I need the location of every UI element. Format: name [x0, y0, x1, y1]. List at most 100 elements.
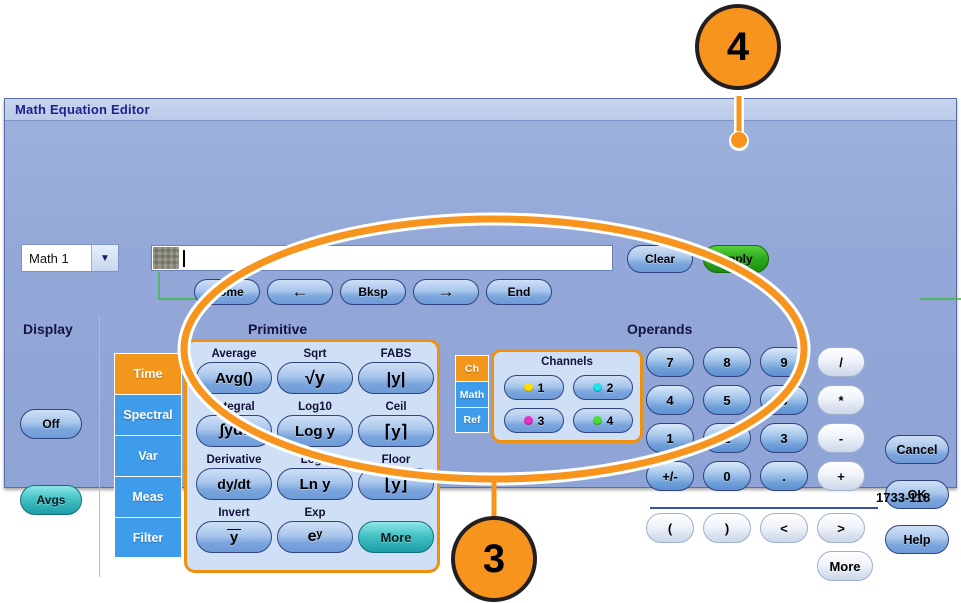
source-tab-ch[interactable]: Ch: [455, 355, 489, 381]
key-6[interactable]: 6: [760, 385, 808, 415]
key-8[interactable]: 8: [703, 347, 751, 377]
key-5[interactable]: 5: [703, 385, 751, 415]
key-2[interactable]: 2: [703, 423, 751, 453]
key-4[interactable]: 4: [646, 385, 694, 415]
key-0[interactable]: 0: [703, 461, 751, 491]
math-source-select[interactable]: Math 1 ▼: [21, 244, 119, 272]
bksp-button[interactable]: Bksp: [340, 279, 406, 305]
right-arrow-button[interactable]: →: [413, 279, 479, 305]
channel-button-2[interactable]: 2: [573, 375, 633, 400]
callout-3-number: 3: [482, 536, 506, 581]
exp-symbol: eʸ: [307, 528, 323, 545]
tab-filter[interactable]: Filter: [114, 517, 182, 558]
primitive-item-loge: LogE Ln y: [277, 453, 353, 500]
end-button[interactable]: End: [486, 279, 552, 305]
primitive-more-button[interactable]: More: [358, 521, 434, 553]
display-section-label: Display: [23, 321, 73, 337]
channels-title: Channels: [541, 356, 593, 368]
primitive-button-average[interactable]: Avg(): [196, 362, 272, 394]
primitive-button-exp[interactable]: eʸ: [277, 521, 353, 553]
primitive-button-derivative[interactable]: dy/dt: [196, 468, 272, 500]
primitive-button-ceil[interactable]: ⌈y⌉: [358, 415, 434, 447]
avg-symbol: Avg(): [215, 369, 253, 387]
grid-keypad-icon[interactable]: [153, 247, 179, 269]
primitive-button-integral[interactable]: ∫ydt: [196, 415, 272, 447]
tab-var-label: Var: [138, 449, 158, 463]
chevron-down-icon[interactable]: ▼: [91, 245, 118, 271]
numeric-keypad: 7 8 9 / 4 5 6 * 1 2 3 - +/- 0 . + ( ) < …: [646, 347, 874, 581]
key-1[interactable]: 1: [646, 423, 694, 453]
channel-button-3[interactable]: 3: [504, 408, 564, 433]
log10-symbol: Log y: [295, 422, 335, 440]
callout-4-number: 4: [726, 24, 750, 69]
source-tab-ref[interactable]: Ref: [455, 407, 489, 433]
key-plus-minus-label: +/-: [662, 468, 678, 484]
tab-time-label: Time: [133, 367, 163, 381]
home-button[interactable]: Home: [194, 279, 260, 305]
channel-1-label: 1: [537, 380, 545, 395]
primitive-button-invert[interactable]: y: [196, 521, 272, 553]
key-multiply-label: *: [838, 392, 844, 408]
help-button-label: Help: [903, 532, 931, 547]
key-3[interactable]: 3: [760, 423, 808, 453]
tab-var[interactable]: Var: [114, 435, 182, 476]
primitive-label-integral: Integral: [213, 401, 255, 413]
tab-time[interactable]: Time: [114, 353, 182, 394]
keypad-divider: [650, 507, 878, 509]
channel-button-1[interactable]: 1: [504, 375, 564, 400]
source-tab-math[interactable]: Math: [455, 381, 489, 407]
key-plus-label: +: [837, 468, 845, 484]
primitive-label-floor: Floor: [381, 454, 411, 466]
display-off-button[interactable]: Off: [20, 409, 82, 439]
key-decimal[interactable]: .: [760, 461, 808, 491]
reference-number: 1733-118: [876, 490, 931, 505]
equation-input[interactable]: [151, 245, 613, 271]
primitive-label-average: Average: [211, 348, 257, 360]
clear-button[interactable]: Clear: [627, 245, 693, 273]
loge-symbol: Ln y: [299, 475, 331, 493]
end-button-label: End: [507, 285, 531, 299]
help-button[interactable]: Help: [885, 525, 949, 554]
key-multiply[interactable]: *: [817, 385, 865, 415]
key-divide[interactable]: /: [817, 347, 865, 377]
key-close-paren[interactable]: ): [703, 513, 751, 543]
primitive-label-log10: Log10: [298, 401, 332, 413]
invert-symbol: y: [226, 528, 242, 546]
tab-meas[interactable]: Meas: [114, 476, 182, 517]
channel-3-color-dot: [523, 416, 533, 425]
primitive-button-floor[interactable]: ⌊y⌋: [358, 468, 434, 500]
key-8-label: 8: [723, 354, 731, 370]
primitive-label-loge: LogE: [300, 454, 330, 466]
primitive-button-loge[interactable]: Ln y: [277, 468, 353, 500]
key-minus[interactable]: -: [817, 423, 865, 453]
key-plus[interactable]: +: [817, 461, 865, 491]
key-decimal-label: .: [782, 468, 786, 484]
tab-spectral[interactable]: Spectral: [114, 394, 182, 435]
clear-button-label: Clear: [644, 252, 676, 266]
key-7[interactable]: 7: [646, 347, 694, 377]
key-7-label: 7: [666, 354, 674, 370]
display-avgs-button[interactable]: Avgs: [20, 485, 82, 515]
left-arrow-button[interactable]: ←: [267, 279, 333, 305]
primitive-button-fabs[interactable]: |y|: [358, 362, 434, 394]
source-tab-ch-label: Ch: [465, 362, 479, 375]
key-9[interactable]: 9: [760, 347, 808, 377]
apply-button[interactable]: Apply: [703, 245, 769, 273]
primitive-button-sqrt[interactable]: √y: [277, 362, 353, 394]
key-greater-than[interactable]: >: [817, 513, 865, 543]
cancel-button[interactable]: Cancel: [885, 435, 949, 464]
key-less-than[interactable]: <: [760, 513, 808, 543]
operand-source-tabs: Ch Math Ref: [455, 355, 489, 433]
right-arrow-icon: →: [437, 282, 455, 301]
primitive-button-log10[interactable]: Log y: [277, 415, 353, 447]
tab-spectral-label: Spectral: [123, 408, 173, 422]
bksp-button-label: Bksp: [358, 285, 388, 299]
channel-button-4[interactable]: 4: [573, 408, 633, 433]
tab-filter-label: Filter: [132, 530, 164, 545]
derivative-symbol: dy/dt: [217, 476, 251, 492]
primitive-item-integral: Integral ∫ydt: [196, 400, 272, 447]
channel-1-color-dot: [523, 383, 533, 392]
keypad-more-button[interactable]: More: [817, 551, 873, 581]
key-plus-minus[interactable]: +/-: [646, 461, 694, 491]
key-open-paren[interactable]: (: [646, 513, 694, 543]
